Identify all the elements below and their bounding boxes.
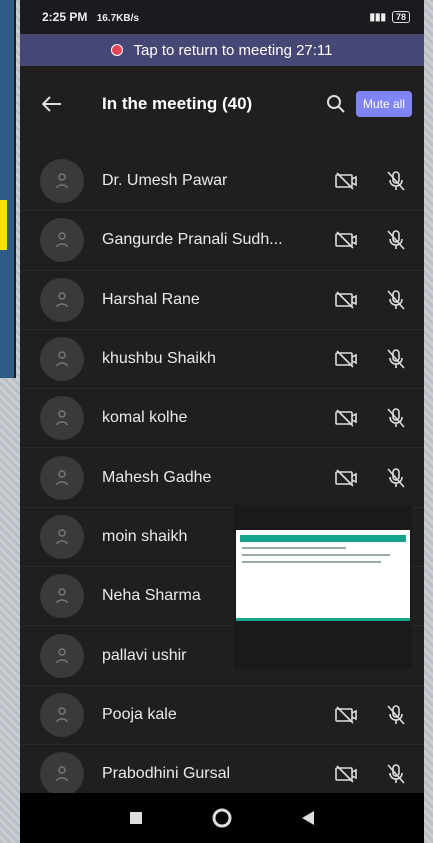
participant-name: Neha Sharma [102,587,201,605]
status-right: ▮▮▮ 78 [369,11,410,23]
android-nav-bar [20,793,424,843]
person-icon [40,159,84,204]
shared-slide-preview [236,530,410,621]
participant-row-2[interactable]: Harshal Rane [20,271,424,330]
person-icon [40,514,84,559]
return-to-meeting-banner[interactable]: Tap to return to meeting 27:11 [20,34,424,66]
signal-icon: ▮▮▮ [369,11,386,23]
participant-row-9[interactable]: Pooja kale [20,686,424,745]
person-icon [40,277,84,322]
participant-name: Dr. Umesh Pawar [102,172,228,190]
background-highlight [0,200,7,250]
participant-name: moin shaikh [102,527,188,545]
mic-off-icon [386,348,406,370]
participant-row-3[interactable]: khushbu Shaikh [20,330,424,390]
mic-off-icon [386,763,406,785]
person-icon [40,692,84,737]
status-time: 2:25 PM [42,10,88,24]
mic-off-icon [386,289,406,311]
mic-off-icon [386,170,406,192]
participant-name: komal kolhe [102,409,188,427]
network-speed: 16.7KB/s [96,13,139,24]
recents-icon[interactable] [130,812,142,824]
status-bar: 2:25 PM 16.7KB/s ▮▮▮ 78 [20,0,424,34]
back-arrow-icon[interactable] [42,96,102,112]
participant-name: Prabodhini Gursal [102,765,231,783]
banner-text: Tap to return to meeting 27:11 [133,41,333,59]
person-icon [40,752,84,797]
participant-name: Gangurde Pranali Sudh... [102,231,283,249]
search-icon[interactable] [316,94,356,114]
person-icon [40,337,84,382]
status-left: 2:25 PM 16.7KB/s [42,10,139,24]
participant-row-5[interactable]: Mahesh Gadhe [20,448,424,508]
battery-level: 78 [391,11,410,23]
person-icon [40,574,84,619]
mic-off-icon [386,467,406,489]
participant-name: Mahesh Gadhe [102,468,212,486]
participant-row-1[interactable]: Gangurde Pranali Sudh... [20,211,424,271]
recording-dot-icon [111,44,124,56]
mic-off-icon [386,407,406,429]
person-icon [40,633,84,678]
person-icon [40,218,84,263]
participant-name: pallavi ushir [102,646,187,664]
camera-off-icon [334,230,358,250]
camera-off-icon [334,171,358,191]
camera-off-icon [334,468,358,488]
participant-row-4[interactable]: komal kolhe [20,389,424,449]
background-window [0,0,16,378]
participant-name: khushbu Shaikh [102,350,216,368]
camera-off-icon [334,290,358,310]
mic-off-icon [386,229,406,251]
home-icon[interactable] [212,808,232,828]
list-top-partial-row [20,142,424,152]
person-icon [40,396,84,441]
camera-off-icon [334,705,358,725]
back-nav-icon[interactable] [302,811,314,825]
participant-name: Pooja kale [102,705,177,723]
camera-off-icon [334,408,358,428]
camera-off-icon [334,764,358,784]
participant-list: Dr. Umesh Pawar Gangurde Pranali Sudh...… [20,152,424,805]
phone-screen: 2:25 PM 16.7KB/s ▮▮▮ 78 Tap to return to… [20,0,424,843]
shared-screen-thumbnail[interactable] [234,505,412,669]
participant-row-0[interactable]: Dr. Umesh Pawar [20,152,424,212]
participant-name: Harshal Rane [102,290,200,308]
person-icon [40,455,84,500]
page-title: In the meeting (40) [102,94,253,113]
mic-off-icon [386,704,406,726]
participants-header: In the meeting (40) Mute all [20,66,424,142]
mute-all-button[interactable]: Mute all [355,91,412,117]
camera-off-icon [334,349,358,369]
